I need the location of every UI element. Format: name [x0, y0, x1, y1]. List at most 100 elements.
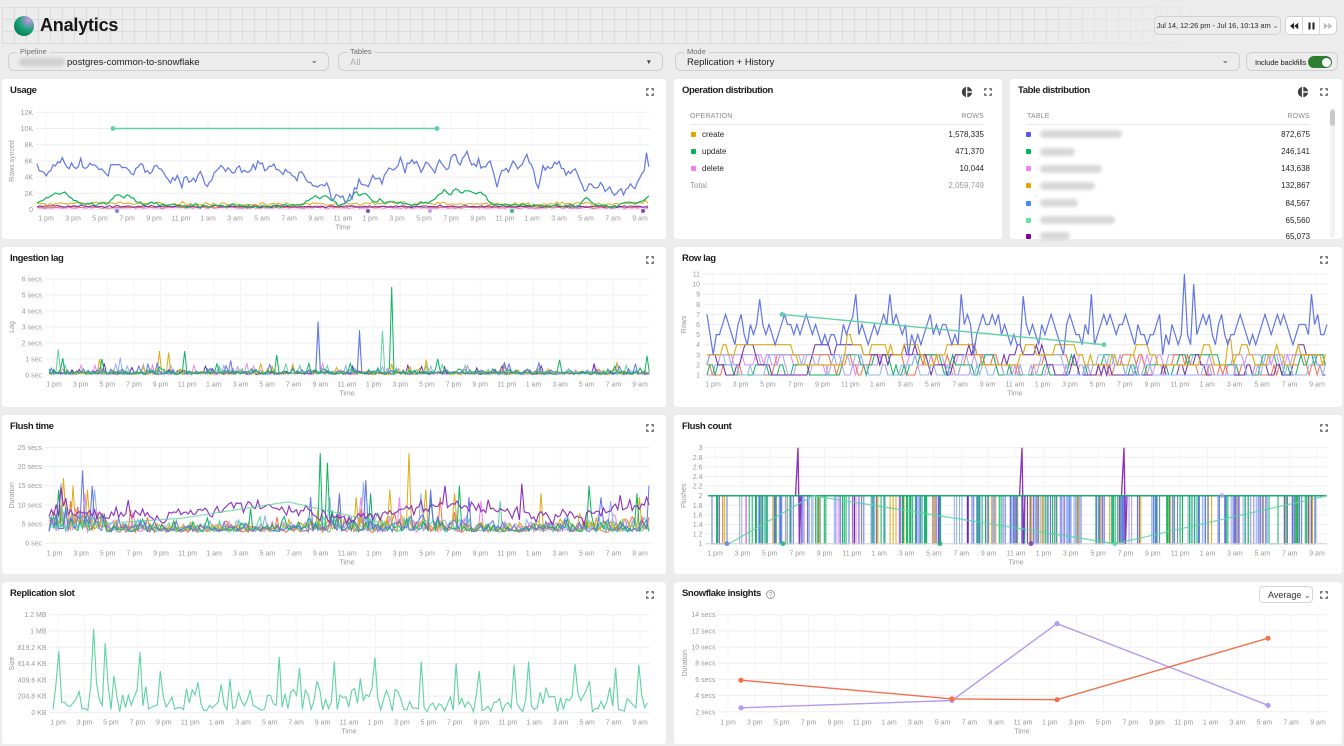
svg-text:1 am: 1 am: [871, 551, 887, 558]
svg-text:7 pm: 7 pm: [1117, 382, 1133, 389]
svg-text:10: 10: [692, 282, 700, 289]
svg-text:5 am: 5 am: [935, 720, 951, 727]
svg-text:5 pm: 5 pm: [416, 216, 432, 223]
svg-text:3 pm: 3 pm: [394, 720, 410, 727]
svg-text:1: 1: [699, 541, 703, 548]
svg-text:4K: 4K: [24, 175, 33, 182]
svg-text:5 am: 5 am: [1257, 720, 1273, 727]
svg-text:9 am: 9 am: [313, 551, 329, 558]
svg-text:15 secs: 15 secs: [18, 483, 43, 490]
svg-text:9 pm: 9 pm: [156, 720, 172, 727]
svg-text:2.6: 2.6: [693, 464, 703, 471]
svg-text:409.6 KB: 409.6 KB: [18, 677, 47, 684]
svg-text:6 secs: 6 secs: [695, 677, 716, 684]
svg-text:1.8: 1.8: [693, 503, 703, 510]
svg-text:7 am: 7 am: [954, 551, 970, 558]
svg-text:5 am: 5 am: [579, 551, 595, 558]
svg-text:9 pm: 9 pm: [828, 720, 844, 727]
svg-text:5 pm: 5 pm: [100, 382, 116, 389]
svg-text:1: 1: [696, 373, 700, 380]
svg-text:9 am: 9 am: [308, 216, 324, 223]
svg-text:9 pm: 9 pm: [1149, 720, 1165, 727]
svg-text:1 pm: 1 pm: [1035, 382, 1051, 389]
svg-text:11 pm: 11 pm: [841, 382, 860, 389]
svg-text:5 am: 5 am: [578, 216, 594, 223]
svg-text:7 pm: 7 pm: [446, 551, 462, 558]
svg-text:7 am: 7 am: [606, 551, 622, 558]
svg-text:Flushes: Flushes: [681, 483, 688, 508]
svg-text:5 secs: 5 secs: [22, 522, 43, 529]
svg-text:2.8: 2.8: [693, 455, 703, 462]
svg-text:3: 3: [699, 445, 703, 452]
svg-text:3 am: 3 am: [1227, 551, 1243, 558]
svg-text:Lag: Lag: [9, 321, 16, 333]
svg-text:3 am: 3 am: [908, 720, 924, 727]
svg-text:0 sec: 0 sec: [25, 541, 42, 548]
svg-text:9 pm: 9 pm: [817, 551, 833, 558]
svg-text:7 am: 7 am: [1282, 551, 1298, 558]
svg-text:2 secs: 2 secs: [695, 709, 716, 716]
svg-text:1 pm: 1 pm: [368, 720, 384, 727]
svg-text:7 am: 7 am: [606, 720, 622, 727]
svg-text:5 am: 5 am: [1255, 551, 1271, 558]
svg-text:4 secs: 4 secs: [22, 309, 43, 316]
svg-text:9 am: 9 am: [1310, 720, 1326, 727]
svg-text:7 am: 7 am: [1282, 382, 1298, 389]
svg-text:9 pm: 9 pm: [473, 551, 489, 558]
svg-text:11: 11: [693, 272, 700, 279]
svg-text:3 am: 3 am: [1227, 382, 1243, 389]
svg-text:5 pm: 5 pm: [92, 216, 108, 223]
svg-text:5 pm: 5 pm: [1090, 551, 1106, 558]
svg-text:204.8 KB: 204.8 KB: [18, 694, 47, 701]
svg-text:1 am: 1 am: [1203, 720, 1219, 727]
svg-text:11 am: 11 am: [334, 216, 353, 223]
svg-text:2.4: 2.4: [693, 474, 703, 481]
svg-text:1 am: 1 am: [200, 216, 216, 223]
svg-text:7 pm: 7 pm: [443, 216, 459, 223]
svg-text:1 am: 1 am: [206, 382, 222, 389]
svg-text:11 pm: 11 pm: [181, 720, 200, 727]
svg-text:5 pm: 5 pm: [760, 382, 776, 389]
svg-text:6: 6: [696, 322, 700, 329]
svg-text:Time: Time: [335, 225, 350, 232]
svg-text:7 pm: 7 pm: [126, 382, 142, 389]
svg-text:5 am: 5 am: [259, 382, 275, 389]
svg-text:7 pm: 7 pm: [446, 382, 462, 389]
svg-text:7 am: 7 am: [605, 216, 621, 223]
svg-text:7 am: 7 am: [288, 720, 304, 727]
svg-text:3 am: 3 am: [235, 720, 251, 727]
svg-text:7 pm: 7 pm: [1123, 720, 1139, 727]
svg-text:1 pm: 1 pm: [50, 720, 66, 727]
svg-text:7 pm: 7 pm: [801, 720, 817, 727]
svg-text:1 am: 1 am: [526, 551, 542, 558]
svg-text:3 am: 3 am: [899, 551, 915, 558]
svg-text:7 pm: 7 pm: [130, 720, 146, 727]
svg-text:0 KB: 0 KB: [31, 710, 47, 717]
svg-text:9 am: 9 am: [632, 382, 648, 389]
svg-text:Rows: Rows: [681, 315, 688, 333]
svg-text:11 pm: 11 pm: [498, 720, 517, 727]
svg-text:10 secs: 10 secs: [691, 645, 716, 652]
svg-text:3 am: 3 am: [551, 216, 567, 223]
svg-text:3 am: 3 am: [233, 382, 249, 389]
svg-text:3 am: 3 am: [227, 216, 243, 223]
svg-text:Time: Time: [1008, 560, 1023, 567]
svg-text:7 am: 7 am: [286, 382, 302, 389]
svg-text:1 sec: 1 sec: [25, 357, 42, 364]
svg-text:Time: Time: [339, 560, 354, 567]
svg-text:9 pm: 9 pm: [474, 720, 490, 727]
svg-text:11 pm: 11 pm: [1170, 382, 1189, 389]
svg-text:11 pm: 11 pm: [172, 216, 191, 223]
svg-text:7 am: 7 am: [281, 216, 297, 223]
svg-text:2: 2: [696, 362, 700, 369]
svg-text:3 pm: 3 pm: [73, 382, 89, 389]
svg-text:3 am: 3 am: [1230, 720, 1246, 727]
svg-text:614.4 KB: 614.4 KB: [18, 661, 47, 668]
svg-text:3 secs: 3 secs: [22, 325, 43, 332]
svg-text:4 secs: 4 secs: [695, 693, 716, 700]
svg-text:10 secs: 10 secs: [18, 502, 43, 509]
svg-text:1 pm: 1 pm: [362, 216, 378, 223]
svg-text:7 pm: 7 pm: [447, 720, 463, 727]
svg-text:5 am: 5 am: [254, 216, 270, 223]
svg-text:11 am: 11 am: [1006, 382, 1025, 389]
